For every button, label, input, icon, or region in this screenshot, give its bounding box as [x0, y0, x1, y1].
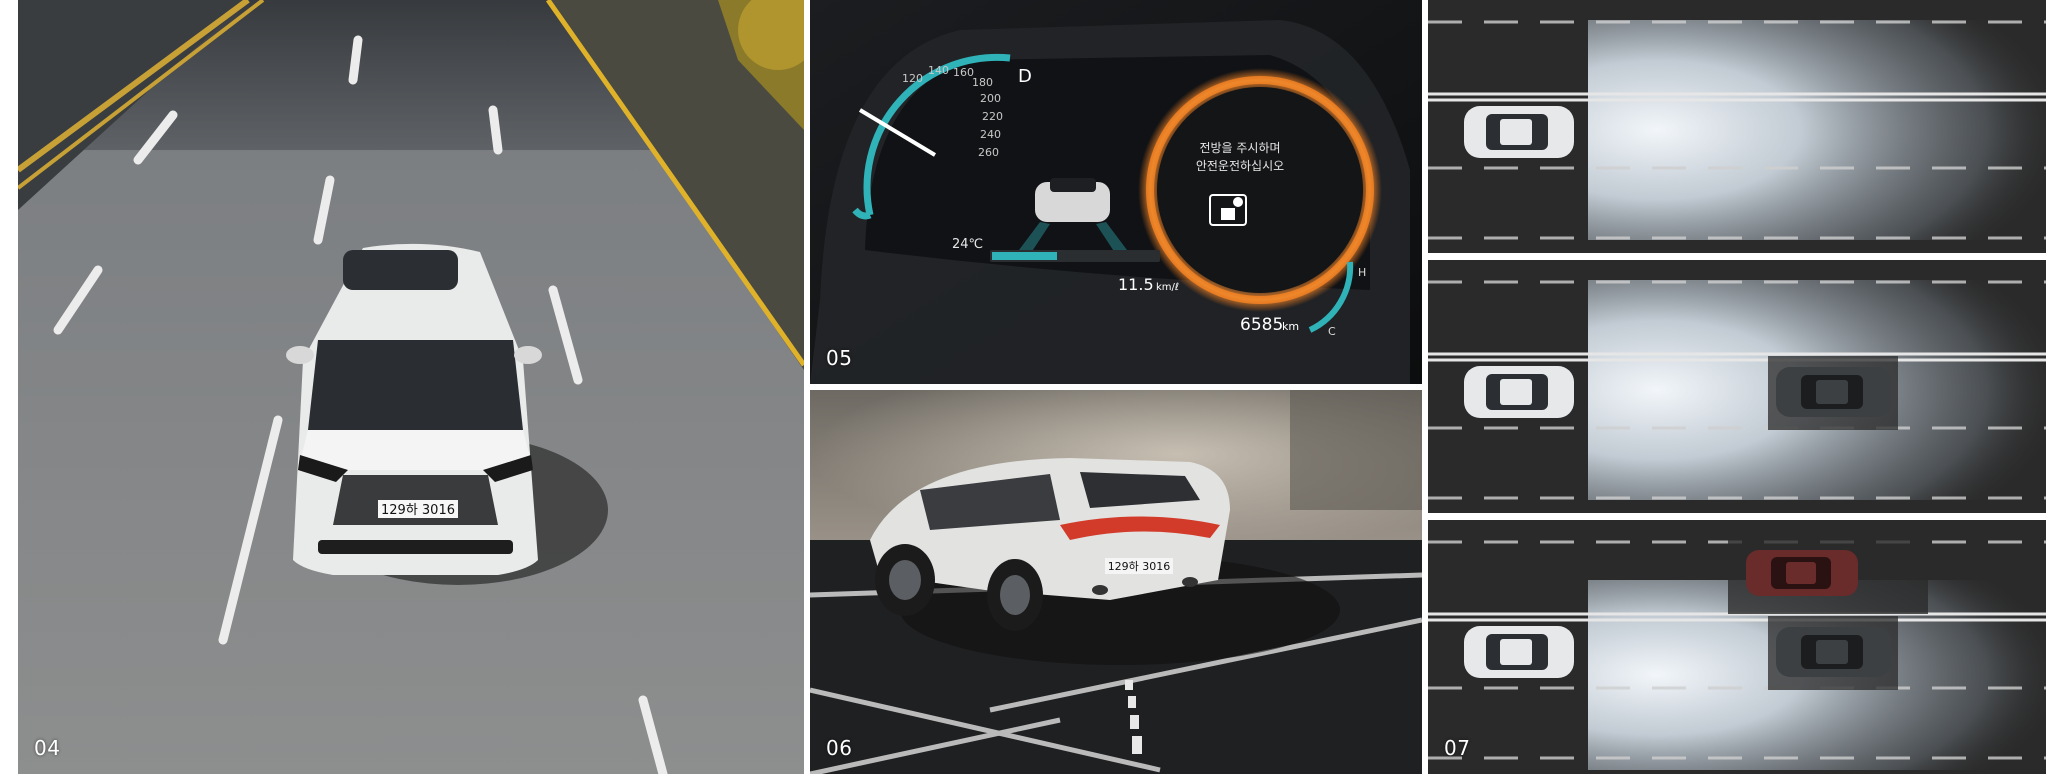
fuel-economy-value: 11.5 [1118, 275, 1154, 294]
speed-tick-120: 120 [902, 72, 923, 85]
headlight-strip-3 [1428, 520, 2046, 774]
panel-number-06: 06 [826, 736, 853, 760]
warning-text-line1: 전방을 주시하며 [1199, 141, 1280, 155]
panel-number-04: 04 [34, 736, 61, 760]
panel-07-headlight-diagram: 07 [1428, 0, 2046, 774]
cluster-scene: 120 140 160 180 200 220 240 260 D 전방을 주시… [810, 0, 1422, 384]
headlight-strip-2 [1428, 260, 2046, 513]
gear-indicator: D [1018, 66, 1032, 87]
plate-text-04: 129하 3016 [381, 503, 455, 518]
speed-tick-240: 240 [980, 128, 1001, 141]
temp-high-label: H [1358, 266, 1366, 279]
headlight-strips [1428, 0, 2046, 774]
speed-tick-220: 220 [982, 110, 1003, 123]
warning-text-line2: 안전운전하십시오 [1196, 159, 1284, 173]
range-unit: km [1282, 320, 1299, 333]
speed-tick-200: 200 [980, 92, 1001, 105]
panel-05-cluster-photo: 120 140 160 180 200 220 240 260 D 전방을 주시… [810, 0, 1422, 384]
headlight-strip-1 [1428, 0, 2046, 253]
panel-06-garage-photo: 129하 3016 06 [810, 390, 1422, 774]
panel-number-05: 05 [826, 346, 853, 370]
speed-tick-140: 140 [928, 64, 949, 77]
panel-04-highway-photo: 129하 3016 04 [18, 0, 804, 774]
panel-number-07: 07 [1444, 736, 1471, 760]
speed-tick-260: 260 [978, 146, 999, 159]
plate-text-06: 129하 3016 [1108, 559, 1171, 573]
garage-scene: 129하 3016 [810, 390, 1422, 774]
temp-low-label: C [1328, 325, 1336, 338]
speed-tick-180: 180 [972, 76, 993, 89]
speed-tick-160: 160 [953, 66, 974, 79]
range-value: 6585 [1240, 315, 1283, 335]
fuel-bar-fill [992, 252, 1057, 260]
highway-scene: 129하 3016 [18, 0, 804, 774]
fuel-economy-unit: km/ℓ [1156, 282, 1179, 293]
temperature-readout: 24℃ [952, 237, 983, 252]
